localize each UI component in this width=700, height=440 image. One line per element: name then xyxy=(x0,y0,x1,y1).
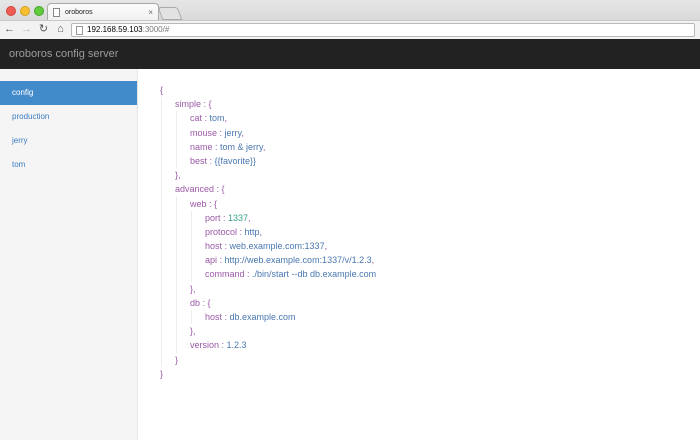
json-line: }, xyxy=(160,281,376,296)
forward-arrow-icon[interactable]: → xyxy=(20,23,33,36)
json-line: } xyxy=(160,368,164,379)
home-icon[interactable]: ⌂ xyxy=(54,23,67,36)
url-path: :3000/# xyxy=(142,25,170,34)
browser-chrome: oroboros × ← → ↻ ⌂ 192.168.59.103:3000/# xyxy=(0,0,700,39)
json-line: version : 1.2.3 xyxy=(160,338,376,353)
url-host: 192.168.59.103 xyxy=(87,25,143,34)
json-line: command : ./bin/start --db db.example.co… xyxy=(160,267,377,282)
sidebar-item-config[interactable]: config xyxy=(0,81,137,105)
app-header: oroboros config server xyxy=(0,39,700,69)
app-title[interactable]: oroboros config server xyxy=(9,48,118,60)
json-value: jerry xyxy=(224,127,242,138)
json-line: api : http://web.example.com:1337/v/1.2.… xyxy=(160,253,376,268)
sidebar-item-jerry[interactable]: jerry xyxy=(0,129,137,153)
json-value: 1337 xyxy=(228,212,249,223)
json-line: } xyxy=(160,352,376,367)
json-line: host : db.example.com xyxy=(160,310,376,325)
json-line: mouse : jerry, xyxy=(160,125,376,140)
json-line: simple : { xyxy=(160,97,376,112)
sidebar-item-tom[interactable]: tom xyxy=(0,153,137,177)
json-line: }, xyxy=(160,324,376,339)
browser-toolbar: ← → ↻ ⌂ 192.168.59.103:3000/# xyxy=(0,20,700,39)
sidebar-item-production[interactable]: production xyxy=(0,105,137,129)
json-value: {{favorite}} xyxy=(214,155,257,166)
maximize-window-button[interactable] xyxy=(34,6,44,16)
sidebar: config production jerry tom xyxy=(0,69,138,440)
json-line: web : { xyxy=(160,196,376,211)
json-value: http://web.example.com:1337/v/1.2.3 xyxy=(224,255,372,266)
address-bar[interactable]: 192.168.59.103:3000/# xyxy=(71,23,695,37)
back-arrow-icon[interactable]: ← xyxy=(3,23,16,36)
json-value: db.example.com xyxy=(229,312,296,322)
json-line: }, xyxy=(160,168,376,183)
json-line: name : tom & jerry, xyxy=(160,139,376,154)
close-window-button[interactable] xyxy=(6,6,16,16)
reload-icon[interactable]: ↻ xyxy=(37,23,50,36)
json-value: tom xyxy=(209,113,225,124)
tab-title: oroboros xyxy=(65,8,93,16)
json-line: { xyxy=(160,85,164,95)
json-value: ./bin/start --db db.example.com xyxy=(252,269,377,280)
browser-tab[interactable]: oroboros × xyxy=(47,3,159,20)
json-value: web.example.com:1337 xyxy=(229,241,325,252)
json-line: host : web.example.com:1337, xyxy=(160,239,376,254)
page-icon xyxy=(53,7,60,17)
json-line: protocol : http, xyxy=(160,224,376,240)
json-value: 1.2.3 xyxy=(226,340,247,351)
json-line: db : { xyxy=(160,295,376,310)
json-line: cat : tom, xyxy=(160,111,376,126)
close-tab-icon[interactable]: × xyxy=(148,8,153,17)
json-line: port : 1337, xyxy=(160,210,376,225)
document-icon xyxy=(76,26,83,35)
new-tab-button[interactable] xyxy=(157,7,183,20)
json-line: advanced : { xyxy=(160,182,376,197)
json-value: http xyxy=(244,226,260,237)
window-controls xyxy=(6,6,44,16)
json-line: best : {{favorite}} xyxy=(160,153,376,169)
json-value: tom & jerry xyxy=(220,141,263,152)
minimize-window-button[interactable] xyxy=(20,6,30,16)
json-viewer: { simple : { cat : tom, mouse : jerry, n… xyxy=(160,83,376,381)
